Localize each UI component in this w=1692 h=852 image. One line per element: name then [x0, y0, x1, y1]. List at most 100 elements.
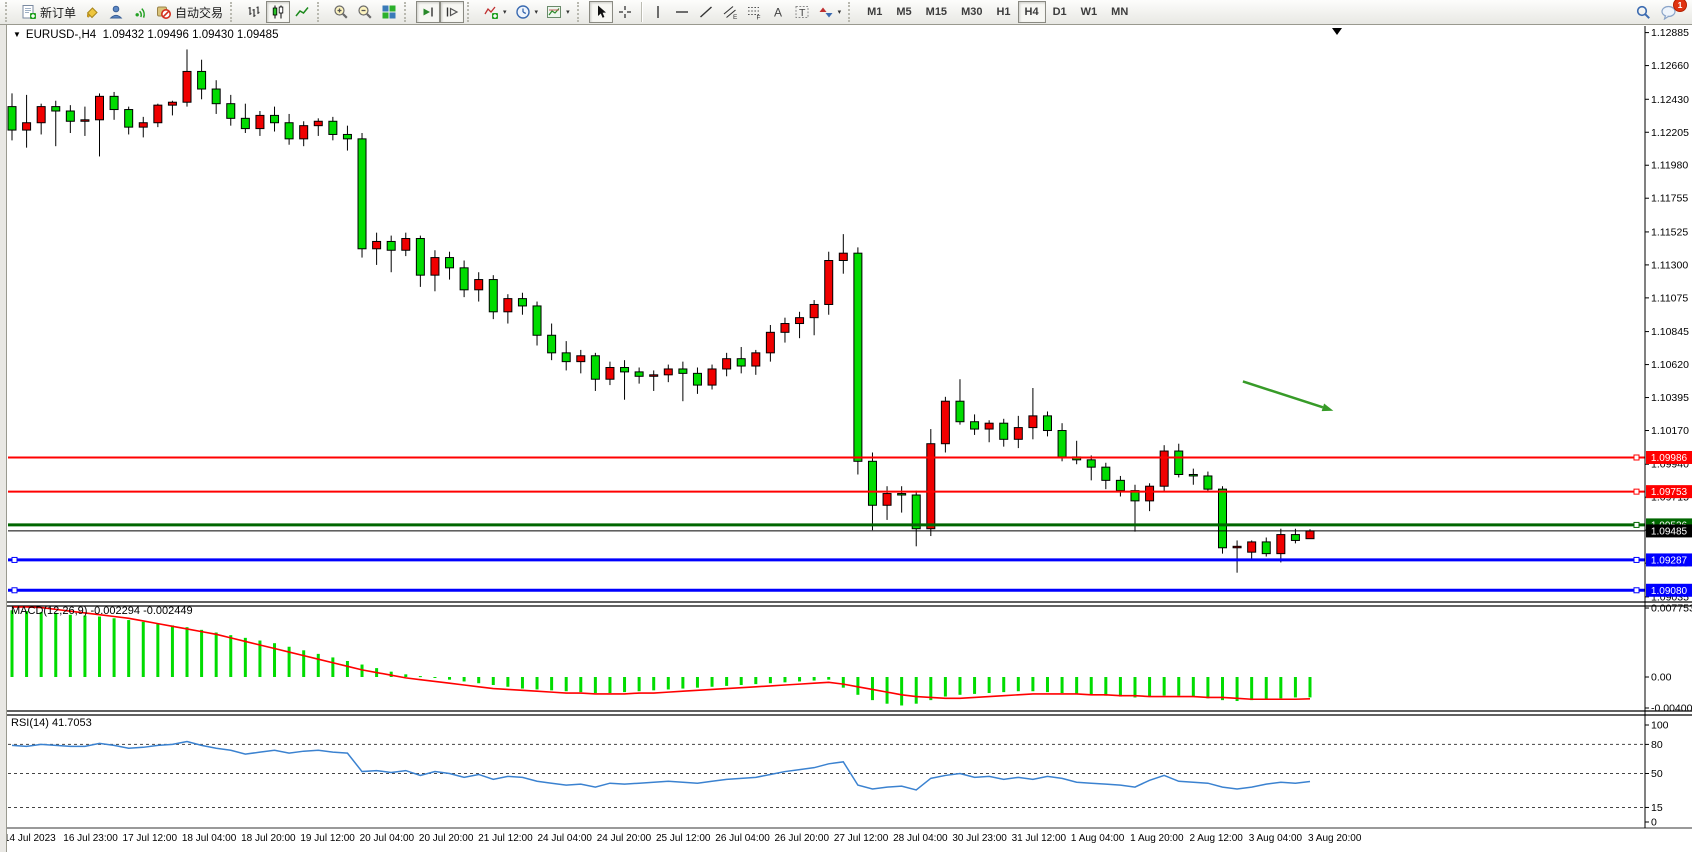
timeframe-button-M5[interactable]: M5 — [889, 1, 918, 23]
chart-ohlc-values: 1.09432 1.09496 1.09430 1.09485 — [103, 29, 279, 41]
toolbar-grip[interactable] — [317, 2, 325, 22]
toolbar-grip[interactable] — [467, 2, 475, 22]
signal-icon — [132, 4, 148, 20]
macd-histogram-bar — [988, 677, 991, 693]
new-order-button[interactable]: 新订单 — [17, 1, 80, 23]
arrows-button[interactable]: ▾ — [814, 1, 846, 23]
candle-body — [37, 107, 45, 123]
macd-histogram-bar — [681, 677, 684, 689]
search-button[interactable] — [1631, 1, 1656, 23]
timeframe-button-W1[interactable]: W1 — [1074, 1, 1105, 23]
candle-body — [373, 241, 381, 248]
community-chat-button[interactable]: 1 — [1656, 1, 1682, 23]
timeframe-button-D1[interactable]: D1 — [1046, 1, 1074, 23]
timeframe-button-M15[interactable]: M15 — [919, 1, 954, 23]
timeframe-button-M30[interactable]: M30 — [954, 1, 989, 23]
candle-body — [956, 401, 964, 422]
chart-shift-icon — [444, 4, 460, 20]
hline-object-1.09526[interactable] — [8, 522, 1645, 527]
timeframe-button-MN[interactable]: MN — [1104, 1, 1135, 23]
candle-body — [591, 356, 599, 379]
signals-button[interactable] — [128, 1, 152, 23]
cursor-button[interactable] — [589, 1, 613, 23]
auto-trading-button[interactable]: 自动交易 — [152, 1, 227, 23]
text-button[interactable]: A — [766, 1, 790, 23]
horizontal-line-button[interactable] — [670, 1, 694, 23]
svg-text:1.09753: 1.09753 — [1651, 487, 1688, 498]
timeframe-button-H4[interactable]: H4 — [1018, 1, 1046, 23]
hline-object-1.09753[interactable] — [8, 489, 1645, 494]
profile-button[interactable] — [104, 1, 128, 23]
macd-histogram-bar — [725, 677, 728, 686]
toolbar-grip[interactable] — [404, 2, 412, 22]
line-handle[interactable] — [1634, 557, 1639, 562]
timeframe-button-M1[interactable]: M1 — [860, 1, 889, 23]
chart-shift-marker-icon[interactable] — [1332, 28, 1342, 35]
candle-body — [110, 96, 118, 109]
macd-histogram-bar — [638, 677, 641, 691]
text-a-glyph: A — [774, 6, 782, 20]
hline-object-1.09986[interactable] — [8, 455, 1645, 460]
svg-text:1.10845: 1.10845 — [1651, 326, 1689, 338]
crosshair-button[interactable] — [613, 1, 637, 23]
svg-text:30 Jul 23:00: 30 Jul 23:00 — [952, 833, 1007, 844]
equidistant-channel-button[interactable]: E — [718, 1, 742, 23]
macd-histogram-bar — [798, 677, 801, 681]
toolbar-grip[interactable] — [230, 2, 238, 22]
chart-line-button[interactable] — [290, 1, 314, 23]
candle-body — [664, 369, 672, 375]
cursor-arrow-icon — [593, 4, 609, 20]
chart-canvas[interactable]: 1.128851.126601.124301.122051.119801.117… — [0, 0, 1692, 852]
chart-bars-button[interactable] — [242, 1, 266, 23]
chart-ohlc-header: ▼EURUSD-,H4 1.09432 1.09496 1.09430 1.09… — [13, 29, 278, 41]
line-handle[interactable] — [1634, 455, 1639, 460]
vertical-line-button[interactable] — [646, 1, 670, 23]
tile-windows-button[interactable] — [377, 1, 401, 23]
timeframe-button-H1[interactable]: H1 — [989, 1, 1017, 23]
text-label-button[interactable]: T — [790, 1, 814, 23]
zoom-in-button[interactable] — [329, 1, 353, 23]
fibonacci-button[interactable]: F — [742, 1, 766, 23]
macd-histogram-bar — [550, 677, 553, 690]
auto-scroll-icon — [420, 4, 436, 20]
auto-scroll-button[interactable] — [416, 1, 440, 23]
hline-object-1.09080[interactable] — [8, 588, 1645, 593]
toolbar-grip[interactable] — [577, 2, 585, 22]
zoom-out-button[interactable] — [353, 1, 377, 23]
candle-body — [533, 306, 541, 335]
symbol-dropdown-icon[interactable]: ▼ — [13, 30, 21, 39]
macd-histogram-bar — [1061, 677, 1064, 693]
line-chart-icon — [294, 4, 310, 20]
macd-histogram-bar — [1090, 677, 1093, 695]
line-handle[interactable] — [12, 557, 17, 562]
chart-candles-button[interactable] — [266, 1, 290, 23]
line-handle[interactable] — [1634, 588, 1639, 593]
candle-body — [1102, 467, 1110, 480]
trend-arrow-annotation[interactable] — [1243, 381, 1333, 411]
candle-body — [1218, 489, 1226, 548]
indicators-button[interactable]: ▾ — [479, 1, 511, 23]
toolbar-grip[interactable] — [848, 2, 856, 22]
toolbar-grip[interactable] — [5, 2, 13, 22]
clock-icon — [515, 4, 531, 20]
periods-button[interactable]: ▾ — [511, 1, 543, 23]
chart-shift-button[interactable] — [440, 1, 464, 23]
line-handle[interactable] — [1634, 489, 1639, 494]
line-handle[interactable] — [12, 588, 17, 593]
candle-body — [343, 134, 351, 138]
paint-bucket-icon — [84, 4, 100, 20]
time-axis[interactable]: 14 Jul 202316 Jul 23:0017 Jul 12:0018 Ju… — [4, 833, 1362, 844]
hline-object-1.09287[interactable] — [8, 557, 1645, 562]
macd-histogram-bar — [200, 630, 203, 677]
candle-body — [1000, 423, 1008, 439]
macd-histogram-bar — [1104, 677, 1107, 696]
styler-button[interactable] — [80, 1, 104, 23]
line-handle[interactable] — [1634, 522, 1639, 527]
candle-body — [1306, 531, 1314, 539]
templates-button[interactable]: ▾ — [542, 1, 574, 23]
macd-histogram-bar — [448, 677, 451, 680]
zoom-out-icon — [357, 4, 373, 20]
candle-body — [868, 461, 876, 505]
price-axis[interactable]: 1.128851.126601.124301.122051.119801.117… — [1645, 27, 1689, 603]
trendline-button[interactable] — [694, 1, 718, 23]
